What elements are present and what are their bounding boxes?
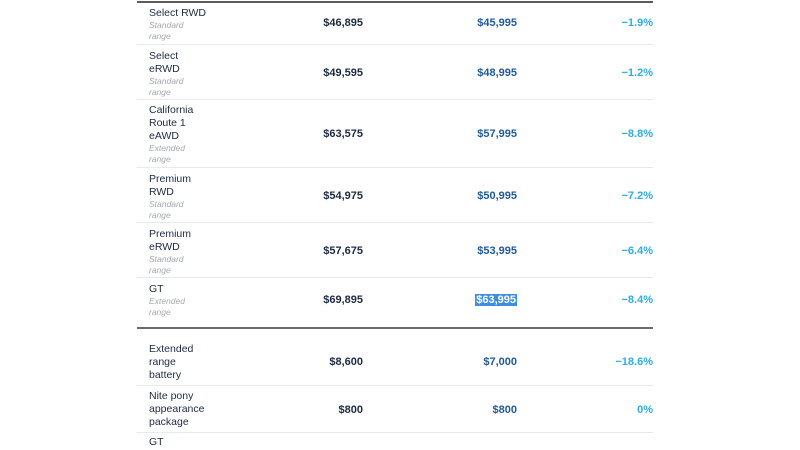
- table-row: Select eRWD Standard range $49,595 $48,9…: [137, 45, 653, 100]
- table-row: Nite pony appearance package $800 $800 0…: [137, 386, 653, 433]
- option-cell: Nite pony appearance package: [149, 390, 221, 429]
- new-price: $800: [492, 404, 517, 416]
- new-price: $48,995: [477, 67, 517, 79]
- new-price: $63,995: [475, 293, 517, 307]
- table-row: GT: [137, 433, 653, 450]
- price-change: −8.4%: [621, 294, 654, 306]
- old-price: $8,600: [329, 356, 363, 368]
- old-price: $46,895: [323, 17, 363, 29]
- price-change: −6.4%: [621, 245, 654, 257]
- price-change: −8.8%: [621, 128, 654, 140]
- option-name: GT: [149, 436, 164, 448]
- trim-cell: California Route 1 eAWD Extended range: [149, 104, 221, 165]
- trim-range: Standard range: [149, 199, 184, 220]
- price-change: −18.6%: [615, 356, 653, 368]
- new-price: $45,995: [477, 17, 517, 29]
- table-row: Select RWD Standard range $46,895 $45,99…: [137, 3, 653, 45]
- table-row: GT Extended range $69,895 $63,995 −8.4%: [137, 278, 653, 327]
- table-row: Extended range battery $8,600 $7,000 −18…: [137, 339, 653, 386]
- old-price: $54,975: [323, 190, 363, 202]
- old-price: $49,595: [323, 67, 363, 79]
- trim-cell: Premium eRWD Standard range: [149, 228, 221, 276]
- selected-text-highlight[interactable]: $63,995: [475, 294, 517, 306]
- option-name: Extended range battery: [149, 343, 194, 381]
- trim-range: Standard range: [149, 254, 184, 275]
- table-row: Premium eRWD Standard range $57,675 $53,…: [137, 223, 653, 278]
- option-cell: Extended range battery: [149, 343, 221, 382]
- trim-name: GT: [149, 283, 164, 295]
- new-price: $53,995: [477, 245, 517, 257]
- trim-range: Extended range: [149, 143, 185, 164]
- trim-name: California Route 1 eAWD: [149, 104, 194, 142]
- old-price: $63,575: [323, 128, 363, 140]
- trim-cell: Select eRWD Standard range: [149, 50, 221, 98]
- old-price: $800: [338, 404, 363, 416]
- old-price: $69,895: [323, 294, 363, 306]
- price-change: −1.9%: [621, 17, 654, 29]
- option-name: Nite pony appearance package: [149, 390, 205, 428]
- price-change: −7.2%: [621, 190, 654, 202]
- table-row: California Route 1 eAWD Extended range $…: [137, 100, 653, 168]
- trim-range: Extended range: [149, 296, 185, 317]
- price-change: 0%: [637, 404, 653, 416]
- trim-name: Premium eRWD: [149, 228, 192, 253]
- trim-name: Select eRWD: [149, 50, 180, 75]
- old-price: $57,675: [323, 245, 363, 257]
- section-divider: [137, 327, 653, 329]
- trim-cell: Select RWD Standard range: [149, 7, 221, 42]
- new-price: $57,995: [477, 128, 517, 140]
- table-row: Premium RWD Standard range $54,975 $50,9…: [137, 168, 653, 223]
- trim-name: Premium RWD: [149, 173, 192, 198]
- price-change: −1.2%: [621, 67, 654, 79]
- trim-cell: GT Extended range: [149, 283, 221, 318]
- trim-range: Standard range: [149, 20, 184, 41]
- price-comparison-page: Select RWD Standard range $46,895 $45,99…: [0, 0, 800, 450]
- option-cell: GT: [149, 436, 221, 449]
- trim-range: Standard range: [149, 76, 184, 97]
- trim-cell: Premium RWD Standard range: [149, 173, 221, 221]
- new-price: $7,000: [483, 356, 517, 368]
- trim-name: Select RWD: [149, 7, 206, 19]
- new-price: $50,995: [477, 190, 517, 202]
